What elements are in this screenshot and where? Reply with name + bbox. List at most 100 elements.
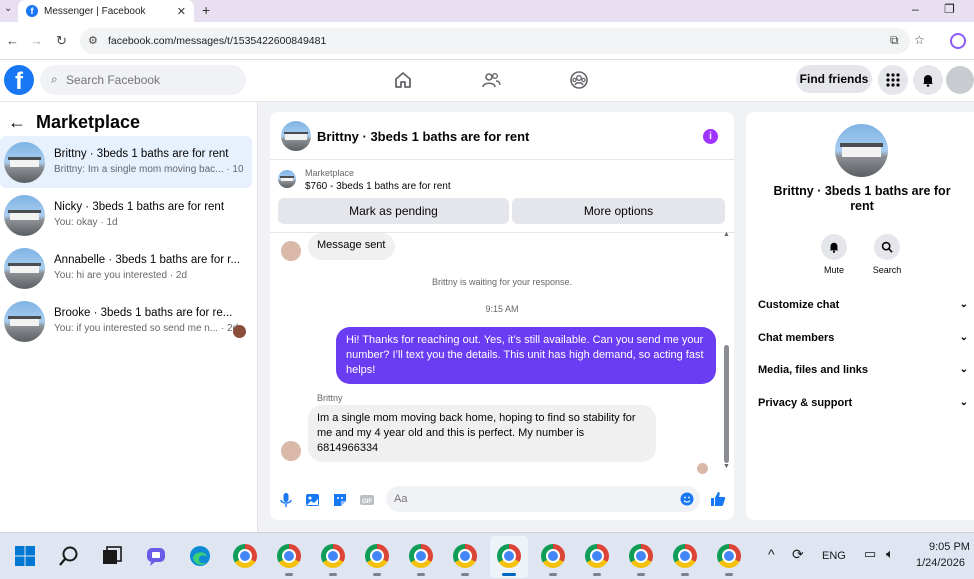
chrome-profile-icon[interactable] xyxy=(409,544,433,568)
customize-chat-section[interactable]: Customize chat ⌄ xyxy=(758,299,968,319)
running-indicator xyxy=(637,573,645,576)
find-friends-button[interactable]: Find friends xyxy=(796,65,872,93)
incoming-message: Im a single mom moving back home, hoping… xyxy=(308,405,656,462)
show-hidden-icons-chevron-up-icon[interactable]: ^ xyxy=(768,546,775,562)
friends-icon[interactable] xyxy=(481,70,501,90)
browser-tab[interactable]: f Messenger | Facebook ✕ xyxy=(18,0,194,22)
site-info-icon[interactable]: ⚙ xyxy=(88,34,98,47)
gif-icon[interactable]: GIF xyxy=(359,492,375,508)
url-text[interactable]: facebook.com/messages/t/1535422600849481 xyxy=(108,35,326,47)
info-icon[interactable]: i xyxy=(703,129,718,144)
mark-as-pending-button[interactable]: Mark as pending xyxy=(278,198,509,224)
search-icon[interactable] xyxy=(58,545,80,567)
conversation-name: Nicky · 3beds 1 baths are for rent xyxy=(54,201,225,213)
groups-icon[interactable] xyxy=(569,70,589,90)
listing-price-title: $760 - 3beds 1 baths are for rent xyxy=(305,181,451,192)
photo-icon[interactable] xyxy=(305,492,321,508)
chrome-profile-icon[interactable] xyxy=(717,544,741,568)
input-language[interactable]: ENG xyxy=(822,550,846,562)
tab-list-icon[interactable]: ⌄ xyxy=(4,3,12,14)
section-label: Media, files and links xyxy=(758,364,869,376)
forward-icon[interactable]: → xyxy=(30,33,43,48)
new-tab-icon[interactable]: + xyxy=(202,2,210,18)
sender-name: Brittny xyxy=(317,393,343,403)
more-options-button[interactable]: More options xyxy=(512,198,725,224)
chevron-down-icon: ⌄ xyxy=(959,364,968,375)
tab-close-icon[interactable]: ✕ xyxy=(177,5,186,18)
install-app-icon[interactable]: ⧉ xyxy=(890,33,899,48)
url-bar[interactable]: ⚙ facebook.com/messages/t/15354226008494… xyxy=(80,28,925,54)
chrome-profile-icon[interactable] xyxy=(321,544,345,568)
conversation-name: Annabelle · 3beds 1 baths are for r... xyxy=(54,254,239,266)
listing-thumbnail xyxy=(4,195,45,236)
running-indicator xyxy=(373,573,381,576)
chrome-profile-icon[interactable] xyxy=(585,544,609,568)
chrome-profile-icon[interactable] xyxy=(277,544,301,568)
conversation-preview: You: okay · 1d xyxy=(54,217,118,228)
sticker-icon[interactable] xyxy=(332,492,348,508)
conversation-item[interactable]: Brooke · 3beds 1 baths are for re... You… xyxy=(0,295,252,347)
media-files-links-section[interactable]: Media, files and links ⌄ xyxy=(758,364,968,384)
restore-icon[interactable]: ❐ xyxy=(944,2,955,16)
clock-date[interactable]: 1/24/2026 xyxy=(916,557,965,569)
network-icon[interactable]: ▭ xyxy=(864,546,876,562)
facebook-search-input[interactable] xyxy=(66,65,241,95)
chrome-profile-icon[interactable] xyxy=(453,544,477,568)
chrome-icon[interactable] xyxy=(233,544,257,568)
notifications-button[interactable] xyxy=(913,65,943,95)
facebook-search[interactable]: ⌕ xyxy=(40,65,246,95)
thread-scrollbar[interactable]: ▲ ▼ xyxy=(722,231,730,473)
contact-avatar xyxy=(281,241,301,261)
windows-start-icon[interactable] xyxy=(14,545,36,567)
section-label: Customize chat xyxy=(758,299,840,311)
chrome-profile-icon[interactable] xyxy=(541,544,565,568)
chat-listing-thumbnail[interactable] xyxy=(281,121,311,151)
sync-icon[interactable]: ⟳ xyxy=(792,546,804,563)
conversation-item[interactable]: Annabelle · 3beds 1 baths are for r... Y… xyxy=(0,242,252,294)
teams-chat-icon[interactable] xyxy=(145,545,167,567)
chat-members-section[interactable]: Chat members ⌄ xyxy=(758,332,968,352)
chrome-profile-icon[interactable] xyxy=(629,544,653,568)
section-label: Privacy & support xyxy=(758,397,853,409)
thumbs-up-icon[interactable] xyxy=(710,491,726,507)
microphone-icon[interactable] xyxy=(278,492,294,508)
scrollbar-thumb[interactable] xyxy=(724,345,729,463)
mute-button[interactable]: Mute xyxy=(814,234,854,275)
listing-mini-thumbnail xyxy=(278,170,296,188)
minimize-icon[interactable]: – xyxy=(912,2,919,16)
privacy-support-section[interactable]: Privacy & support ⌄ xyxy=(758,397,968,417)
account-avatar[interactable] xyxy=(946,66,974,94)
section-label: Chat members xyxy=(758,332,835,344)
chat-title[interactable]: Brittny · 3beds 1 baths are for rent xyxy=(317,129,529,144)
conversation-name: Brittny · 3beds 1 baths are for rent xyxy=(54,148,229,160)
reload-icon[interactable]: ↻ xyxy=(56,33,67,49)
search-label: Search xyxy=(872,265,902,275)
task-view-icon[interactable] xyxy=(101,545,123,567)
message-input[interactable] xyxy=(394,486,664,512)
bookmark-star-icon[interactable]: ☆ xyxy=(914,33,925,47)
chrome-profile-icon-active[interactable] xyxy=(497,544,521,568)
back-arrow-icon[interactable]: ← xyxy=(8,112,26,133)
facebook-logo-icon[interactable]: f xyxy=(4,65,34,95)
message-timestamp: 9:15 AM xyxy=(485,304,519,314)
chat-panel: Brittny · 3beds 1 baths are for rent i M… xyxy=(270,112,734,520)
conversation-item[interactable]: Nicky · 3beds 1 baths are for rent You: … xyxy=(0,189,252,241)
message-input-box[interactable] xyxy=(386,486,700,512)
edge-icon[interactable] xyxy=(189,545,211,567)
scroll-up-icon[interactable]: ▲ xyxy=(723,231,730,238)
volume-icon[interactable]: 🔈︎ xyxy=(886,546,894,562)
search-in-chat-button[interactable]: Search xyxy=(867,234,907,275)
back-icon[interactable]: ← xyxy=(6,33,19,48)
chrome-profile-icon[interactable] xyxy=(365,544,389,568)
emoji-icon[interactable] xyxy=(680,492,694,506)
marketplace-header: ← Marketplace xyxy=(8,112,140,133)
marketplace-conversations: ← Marketplace Brittny · 3beds 1 baths ar… xyxy=(0,102,258,532)
home-icon[interactable] xyxy=(393,70,413,90)
chat-header: Brittny · 3beds 1 baths are for rent i xyxy=(270,112,734,160)
browser-profile-icon[interactable] xyxy=(950,33,966,49)
conversation-item[interactable]: Brittny · 3beds 1 baths are for rent Bri… xyxy=(0,136,252,188)
scroll-down-icon[interactable]: ▼ xyxy=(723,463,730,470)
menu-grid-button[interactable] xyxy=(878,65,908,95)
clock-time[interactable]: 9:05 PM xyxy=(929,541,970,553)
chrome-profile-icon[interactable] xyxy=(673,544,697,568)
